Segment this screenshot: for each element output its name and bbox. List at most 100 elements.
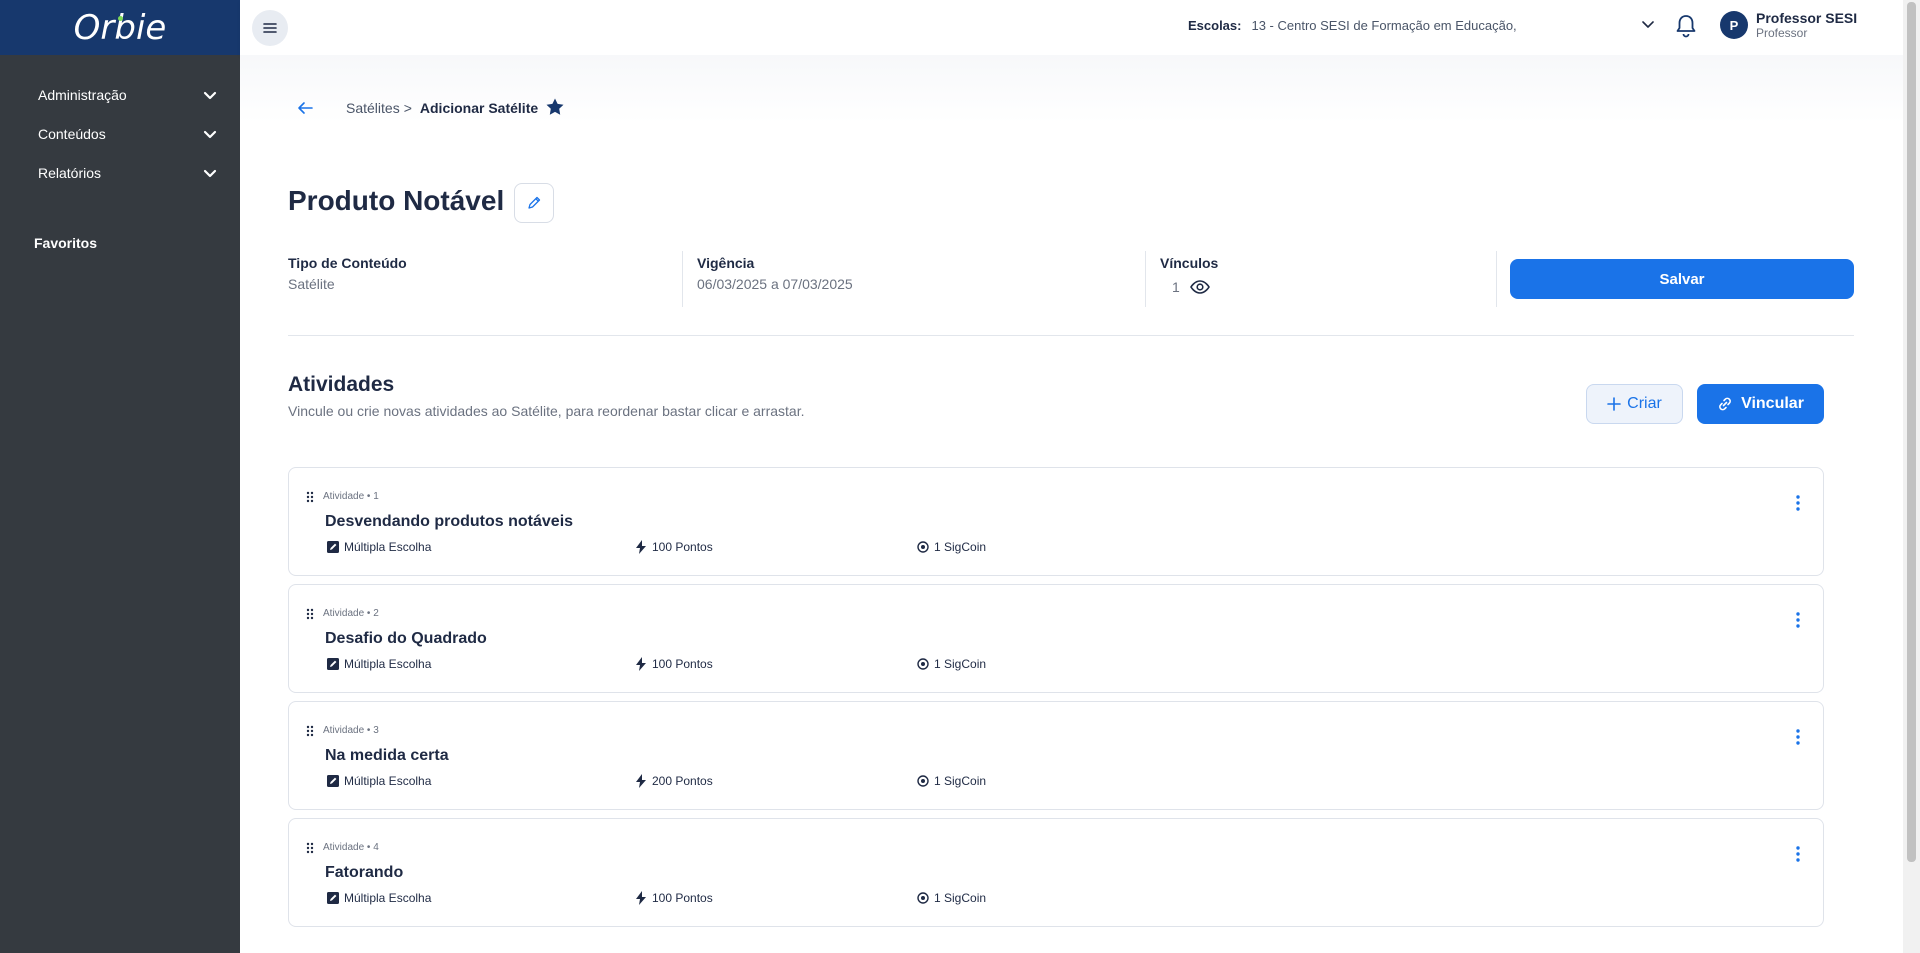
- bell-icon[interactable]: [1674, 13, 1698, 39]
- coin-icon: [917, 775, 929, 787]
- app-logo[interactable]: Orbie: [74, 8, 167, 48]
- create-activity-button[interactable]: Criar: [1586, 384, 1683, 424]
- sidebar-item-relatorios[interactable]: Relatórios: [0, 153, 240, 192]
- school-selector[interactable]: Escolas: 13 - Centro SESI de Formação em…: [1188, 18, 1641, 33]
- activity-card[interactable]: Atividade • 4 Fatorando Múltipla Escolha…: [288, 818, 1824, 927]
- hamburger-icon: [263, 22, 277, 33]
- star-icon[interactable]: [545, 97, 565, 117]
- edit-title-button[interactable]: [514, 183, 554, 223]
- activity-meta: Atividade • 4: [323, 842, 379, 853]
- drag-handle-icon[interactable]: [306, 725, 314, 737]
- more-options-icon[interactable]: [1795, 611, 1801, 629]
- activity-type: Múltipla Escolha: [327, 657, 431, 671]
- chevron-down-icon[interactable]: [1640, 16, 1656, 32]
- content-type-value: Satélite: [288, 276, 335, 292]
- activity-title: Na medida certa: [325, 747, 449, 764]
- activity-points: 100 Pontos: [635, 891, 713, 905]
- activity-coins: 1 SigCoin: [917, 540, 986, 554]
- activity-coins: 1 SigCoin: [917, 774, 986, 788]
- divider: [1145, 251, 1146, 307]
- activity-type: Múltipla Escolha: [327, 774, 431, 788]
- activities-subtitle: Vincule ou crie novas atividades ao Saté…: [288, 403, 805, 419]
- activity-card[interactable]: Atividade • 3 Na medida certa Múltipla E…: [288, 701, 1824, 810]
- link-activity-button[interactable]: Vincular: [1697, 384, 1824, 424]
- lightning-icon: [636, 891, 646, 905]
- drag-handle-icon[interactable]: [306, 842, 314, 854]
- activity-title: Desafio do Quadrado: [325, 630, 487, 647]
- edit-square-icon: [327, 541, 339, 553]
- coin-icon: [917, 541, 929, 553]
- edit-square-icon: [327, 775, 339, 787]
- divider: [1496, 251, 1497, 307]
- scrollbar-thumb[interactable]: [1907, 2, 1916, 862]
- school-label: Escolas:: [1188, 18, 1242, 33]
- more-options-icon[interactable]: [1795, 845, 1801, 863]
- activity-coins: 1 SigCoin: [917, 891, 986, 905]
- breadcrumb-separator: >: [403, 100, 412, 116]
- user-name: Professor SESI: [1756, 10, 1858, 26]
- activity-meta: Atividade • 1: [323, 491, 379, 502]
- content-type-label: Tipo de Conteúdo: [288, 255, 407, 271]
- sidebar-item-label: Conteúdos: [38, 125, 106, 142]
- coin-icon: [917, 658, 929, 670]
- breadcrumb-parent[interactable]: Satélites: [346, 100, 400, 116]
- sidebar: Orbie Administração Conteúdos Relatórios…: [0, 0, 240, 953]
- breadcrumb: Satélites > Adicionar Satélite: [346, 100, 538, 116]
- activities-title: Atividades: [288, 373, 395, 396]
- activity-coins: 1 SigCoin: [917, 657, 986, 671]
- user-role: Professor: [1756, 26, 1808, 40]
- chevron-down-icon: [203, 91, 217, 99]
- arrow-left-icon: [298, 102, 313, 114]
- activity-title: Desvendando produtos notáveis: [325, 513, 574, 530]
- back-button[interactable]: [290, 93, 320, 123]
- create-label: Criar: [1627, 395, 1662, 412]
- drag-handle-icon[interactable]: [306, 491, 314, 503]
- lightning-icon: [636, 540, 646, 554]
- links-label: Vínculos: [1160, 255, 1219, 271]
- coin-icon: [917, 892, 929, 904]
- save-button[interactable]: Salvar: [1510, 259, 1854, 299]
- sidebar-item-label: Administração: [38, 86, 127, 103]
- eye-icon[interactable]: [1189, 280, 1210, 294]
- edit-square-icon: [327, 658, 339, 670]
- sidebar-item-label: Relatórios: [38, 164, 102, 181]
- menu-toggle-button[interactable]: [252, 9, 288, 46]
- activity-card[interactable]: Atividade • 1 Desvendando produtos notáv…: [288, 467, 1824, 576]
- topbar: Escolas: 13 - Centro SESI de Formação em…: [240, 0, 1903, 55]
- lightning-icon: [636, 774, 646, 788]
- sidebar-nav: Administração Conteúdos Relatórios: [0, 55, 240, 192]
- sidebar-item-administracao[interactable]: Administração: [0, 75, 240, 114]
- activity-title: Fatorando: [325, 864, 404, 881]
- activity-card[interactable]: Atividade • 2 Desafio do Quadrado Múltip…: [288, 584, 1824, 693]
- activity-meta: Atividade • 2: [323, 608, 379, 619]
- page-scrollbar[interactable]: [1903, 0, 1920, 953]
- lightning-icon: [636, 657, 646, 671]
- main-content: Satélites > Adicionar Satélite Produto N…: [240, 55, 1903, 953]
- links-count: 1: [1172, 279, 1210, 295]
- breadcrumb-current: Adicionar Satélite: [419, 100, 539, 116]
- validity-value: 06/03/2025 a 07/03/2025: [697, 276, 853, 292]
- avatar: P: [1720, 11, 1748, 39]
- more-options-icon[interactable]: [1795, 728, 1801, 746]
- sidebar-item-conteudos[interactable]: Conteúdos: [0, 114, 240, 153]
- user-menu[interactable]: P Professor SESI Professor: [1720, 10, 1857, 40]
- activity-meta: Atividade • 3: [323, 725, 379, 736]
- logo-dot: [117, 15, 123, 21]
- activity-points: 200 Pontos: [635, 774, 713, 788]
- activity-type: Múltipla Escolha: [327, 540, 431, 554]
- plus-icon: [1607, 397, 1621, 411]
- more-options-icon[interactable]: [1795, 494, 1801, 512]
- activity-points: 100 Pontos: [635, 540, 713, 554]
- activity-points: 100 Pontos: [635, 657, 713, 671]
- validity-label: Vigência: [697, 255, 755, 271]
- favorites-title: Favoritos: [34, 235, 98, 251]
- section-divider: [288, 335, 1854, 336]
- activity-type: Múltipla Escolha: [327, 891, 431, 905]
- chevron-down-icon: [203, 169, 217, 177]
- drag-handle-icon[interactable]: [306, 608, 314, 620]
- chevron-down-icon: [203, 130, 217, 138]
- school-value: 13 - Centro SESI de Formação em Educação…: [1251, 18, 1517, 33]
- link-label: Vincular: [1741, 395, 1804, 412]
- logo-bar: Orbie: [0, 0, 240, 55]
- page-title: Produto Notável: [288, 185, 505, 216]
